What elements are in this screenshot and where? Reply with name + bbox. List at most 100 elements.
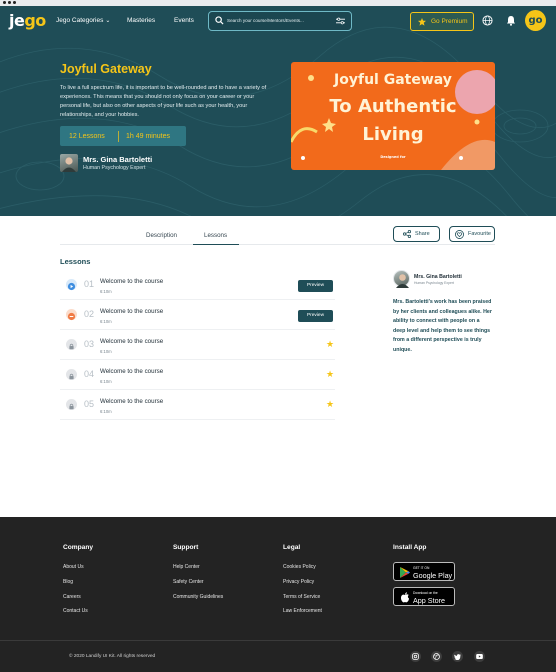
course-description: To live a full spectrum life, it is impo… <box>60 85 267 118</box>
lesson-number: 04 <box>84 369 95 379</box>
footer: Company About Us Blog Careers Contact Us… <box>0 517 556 672</box>
user-avatar[interactable]: go <box>525 10 546 31</box>
lesson-duration: 6:10m <box>100 289 112 294</box>
sidebar-author-role: Human Psychology Expert <box>414 281 454 285</box>
google-play-icon <box>400 567 410 578</box>
lock-icon <box>66 339 77 350</box>
go-premium-label: Go Premium <box>431 18 468 25</box>
footer-legal-heading: Legal <box>283 544 301 551</box>
share-label: Share <box>415 231 430 237</box>
lesson-duration: 6:10m <box>100 349 112 354</box>
lesson-number: 05 <box>84 399 95 409</box>
app-store-label: App Store <box>413 596 445 605</box>
lesson-title: Welcome to the course <box>100 398 164 405</box>
twitter-icon[interactable] <box>452 651 463 662</box>
footer-link-contact[interactable]: Contact Us <box>63 608 88 614</box>
footer-link-about[interactable]: About Us <box>63 564 84 570</box>
active-tab-indicator <box>193 244 239 245</box>
bell-icon[interactable] <box>506 15 516 26</box>
heart-icon <box>455 229 464 239</box>
course-banner-image: Joyful Gateway To Authentic Living Desig… <box>291 62 495 170</box>
lock-icon <box>66 399 77 410</box>
top-navbar: jego Jego Categories ⌄ Masteries Events S… <box>0 6 556 36</box>
lock-icon <box>66 369 77 380</box>
favourite-label: Favourite <box>468 231 491 237</box>
preview-button[interactable]: Preview <box>298 280 333 292</box>
lesson-row[interactable]: 04 Welcome to the course 6:10m ★ <box>60 360 335 390</box>
banner-caption: Designed for <box>380 155 406 159</box>
lesson-row[interactable]: 03 Welcome to the course 6:10m ★ <box>60 330 335 360</box>
play-icon[interactable] <box>66 279 77 291</box>
lesson-duration: 6:10m <box>100 379 112 384</box>
author-role: Human Psychology Expert <box>83 165 146 171</box>
globe-icon[interactable] <box>482 15 493 26</box>
dribbble-icon[interactable] <box>431 651 442 662</box>
course-title: Joyful Gateway <box>60 62 152 76</box>
author-name: Mrs. Gina Bartoletti <box>83 155 153 164</box>
footer-link-law[interactable]: Law Enforcement <box>283 608 322 614</box>
footer-link-blog[interactable]: Blog <box>63 579 73 585</box>
nav-categories[interactable]: Jego Categories ⌄ <box>56 17 110 24</box>
banner-line-1: Joyful Gateway <box>334 72 452 88</box>
premium-star-icon: ★ <box>326 339 335 349</box>
search-placeholder: Search your course/Mentors/Events... <box>227 18 304 23</box>
filter-icon[interactable] <box>336 17 345 25</box>
search-icon <box>215 16 224 25</box>
footer-link-cookies[interactable]: Cookies Policy <box>283 564 316 570</box>
sidebar-author-photo <box>393 270 410 288</box>
pause-icon[interactable] <box>66 309 77 321</box>
footer-link-help-center[interactable]: Help Center <box>173 564 200 570</box>
jego-logo[interactable]: jego <box>9 11 46 30</box>
google-play-small: GET IT ON <box>413 566 430 570</box>
lesson-number: 02 <box>84 309 95 319</box>
chevron-down-icon: ⌄ <box>105 18 111 24</box>
lesson-row[interactable]: 01 Welcome to the course 6:10m Preview <box>60 270 335 300</box>
google-play-label: Google Play <box>413 571 453 580</box>
preview-button[interactable]: Preview <box>298 310 333 322</box>
footer-link-community[interactable]: Community Guidelines <box>173 594 223 600</box>
footer-link-safety-center[interactable]: Safety Center <box>173 579 204 585</box>
banner-line-2: To Authentic <box>329 96 457 117</box>
lesson-number: 01 <box>84 279 95 289</box>
lesson-row[interactable]: 02 Welcome to the course 6:10m Preview <box>60 300 335 330</box>
lesson-title: Welcome to the course <box>100 338 164 345</box>
window-dots <box>3 1 16 4</box>
premium-star-icon: ★ <box>326 369 335 379</box>
lesson-title: Welcome to the course <box>100 278 164 285</box>
search-input[interactable]: Search your course/Mentors/Events... <box>208 11 352 31</box>
youtube-icon[interactable] <box>474 651 485 662</box>
copyright-text: © 2020 Landify UI Kit. All rights reserv… <box>69 654 156 659</box>
footer-link-privacy[interactable]: Privacy Policy <box>283 579 314 585</box>
lesson-title: Welcome to the course <box>100 308 164 315</box>
favourite-button[interactable]: Favourite <box>449 226 495 242</box>
sidebar-author-bio: Mrs. Bartoletti's work has been praised … <box>393 299 492 353</box>
footer-divider <box>0 640 556 641</box>
share-icon <box>403 230 411 238</box>
nav-events[interactable]: Events <box>174 17 194 24</box>
sidebar-author-name: Mrs. Gina Bartoletti <box>414 274 462 280</box>
tab-description[interactable]: Description <box>146 232 177 239</box>
go-premium-button[interactable]: Go Premium <box>410 12 474 31</box>
nav-categories-label: Jego Categories <box>56 17 104 24</box>
footer-link-careers[interactable]: Careers <box>63 594 81 600</box>
footer-company-heading: Company <box>63 544 94 551</box>
stats-divider <box>118 130 119 142</box>
premium-star-icon: ★ <box>326 399 335 409</box>
star-icon <box>418 17 426 26</box>
footer-install-heading: Install App <box>393 544 427 551</box>
nav-masteries[interactable]: Masteries <box>127 17 155 24</box>
course-duration: 1h 49 minutes <box>126 132 170 140</box>
apple-icon <box>401 592 409 603</box>
footer-link-terms[interactable]: Terms of Service <box>283 594 320 600</box>
lesson-row[interactable]: 05 Welcome to the course 6:10m ★ <box>60 390 335 420</box>
lessons-heading: Lessons <box>60 257 91 266</box>
tab-lessons[interactable]: Lessons <box>204 232 227 239</box>
lesson-duration: 6:10m <box>100 319 112 324</box>
app-store-button[interactable]: Download on the App Store <box>393 587 455 606</box>
google-play-button[interactable]: GET IT ON Google Play <box>393 562 455 581</box>
footer-support-heading: Support <box>173 544 199 551</box>
share-button[interactable]: Share <box>393 226 440 242</box>
instagram-icon[interactable] <box>410 651 421 662</box>
author-photo <box>60 154 78 172</box>
lesson-number: 03 <box>84 339 95 349</box>
